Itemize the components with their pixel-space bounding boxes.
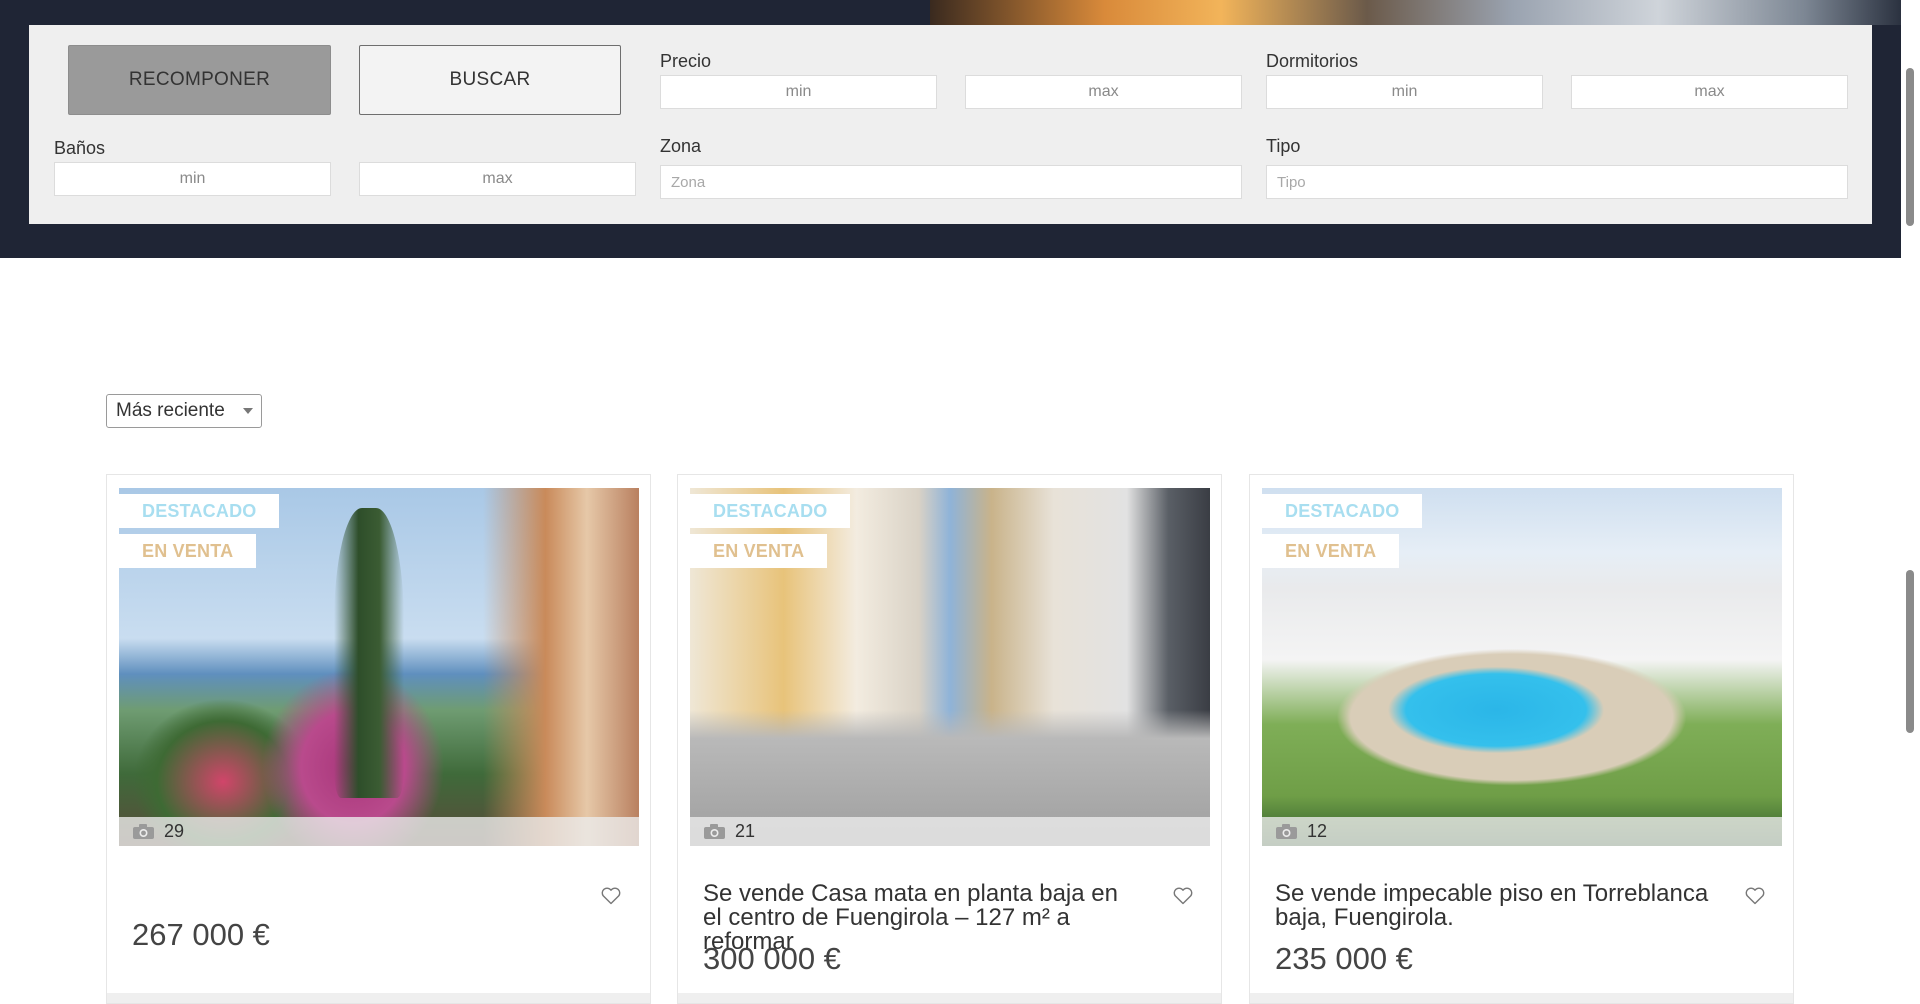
- photo-count-bar: 29: [119, 817, 639, 846]
- price-label: Precio: [660, 51, 712, 71]
- bedrooms-max-input[interactable]: [1571, 75, 1848, 109]
- search-button[interactable]: BUSCAR: [359, 45, 621, 115]
- price-max-input[interactable]: [965, 75, 1242, 109]
- type-label: Tipo: [1266, 136, 1301, 156]
- hero-band: RECOMPONER BUSCAR Precio Dormitorios Bañ…: [0, 0, 1901, 258]
- zone-field[interactable]: [660, 165, 1242, 199]
- bathrooms-max-input[interactable]: [359, 162, 636, 196]
- reset-button[interactable]: RECOMPONER: [68, 45, 331, 115]
- bedrooms-min-input[interactable]: [1266, 75, 1543, 109]
- listing-price: 235 000 €: [1275, 941, 1413, 976]
- photo-count: 21: [735, 821, 756, 841]
- heart-icon[interactable]: [1173, 887, 1193, 905]
- camera-icon: [133, 824, 154, 839]
- featured-badge: DESTACADO: [119, 494, 280, 528]
- heart-icon[interactable]: [601, 887, 621, 905]
- hero-photo: [930, 0, 1901, 25]
- listing-title[interactable]: Se vende impecable piso en Torreblanca b…: [1275, 882, 1715, 930]
- status-badge: EN VENTA: [1262, 534, 1400, 568]
- scrollbar-thumb-outer[interactable]: [1906, 68, 1914, 226]
- camera-icon: [704, 824, 725, 839]
- status-badge: EN VENTA: [690, 534, 828, 568]
- photo-count-bar: 21: [690, 817, 1210, 846]
- listing-card[interactable]: DESTACADO EN VENTA 21 Se vende Casa mata…: [677, 474, 1222, 1004]
- photo-count: 12: [1307, 821, 1328, 841]
- photo-count: 29: [164, 821, 185, 841]
- listing-photo[interactable]: DESTACADO EN VENTA 21: [690, 488, 1210, 846]
- card-footer-strip: [107, 993, 650, 1003]
- scrollbar[interactable]: [1901, 0, 1920, 991]
- featured-badge: DESTACADO: [690, 494, 851, 528]
- bedrooms-label: Dormitorios: [1266, 51, 1359, 71]
- featured-badge: DESTACADO: [1262, 494, 1423, 528]
- type-field[interactable]: [1266, 165, 1848, 199]
- listing-photo[interactable]: DESTACADO EN VENTA 12: [1262, 488, 1782, 846]
- search-panel: RECOMPONER BUSCAR Precio Dormitorios Bañ…: [29, 25, 1872, 224]
- listing-price: 300 000 €: [703, 941, 841, 976]
- status-badge: EN VENTA: [119, 534, 257, 568]
- price-min-input[interactable]: [660, 75, 937, 109]
- card-footer-strip: [1250, 993, 1793, 1003]
- listing-card[interactable]: DESTACADO EN VENTA 12 Se vende impecable…: [1249, 474, 1794, 1004]
- bathrooms-min-input[interactable]: [54, 162, 331, 196]
- bathrooms-label: Baños: [54, 138, 106, 158]
- listing-photo[interactable]: DESTACADO EN VENTA 29: [119, 488, 639, 846]
- card-footer-strip: [678, 993, 1221, 1003]
- camera-icon: [1276, 824, 1297, 839]
- zone-label: Zona: [660, 136, 702, 156]
- scrollbar-thumb[interactable]: [1906, 570, 1914, 733]
- sort-selected-value: Más reciente: [116, 400, 225, 421]
- photo-count-bar: 12: [1262, 817, 1782, 846]
- heart-icon[interactable]: [1745, 887, 1765, 905]
- listing-card[interactable]: DESTACADO EN VENTA 29 267 000 €: [106, 474, 651, 1004]
- sort-select[interactable]: Más reciente: [106, 394, 262, 428]
- listing-price: 267 000 €: [132, 917, 270, 952]
- caret-down-icon: [243, 408, 253, 414]
